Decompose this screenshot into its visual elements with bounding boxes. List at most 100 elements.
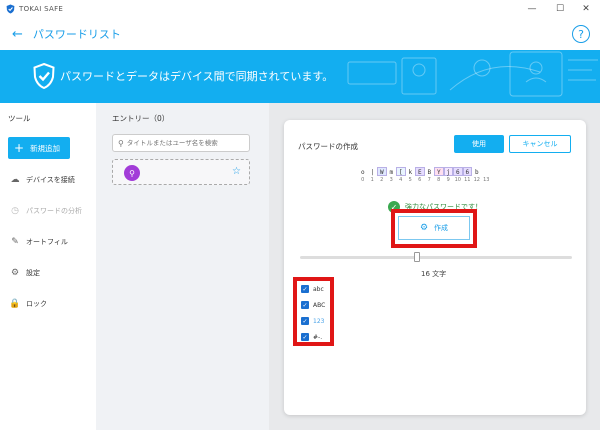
use-button[interactable]: 使用	[454, 135, 504, 153]
app-title: TOKAI SAFE	[19, 5, 64, 13]
sidebar-item-label: 設定	[26, 269, 40, 277]
cancel-button[interactable]: キャンセル	[509, 135, 571, 153]
search-box[interactable]: ⚲	[112, 134, 250, 152]
shield-check-icon	[33, 63, 55, 89]
sidebar-item-label: オートフィル	[26, 238, 68, 246]
banner-illustration	[347, 51, 598, 97]
cloud-sync-icon: ☁	[10, 175, 20, 185]
password-char-index: 5	[408, 177, 412, 183]
password-char-cell: j9	[443, 167, 453, 184]
password-char: [	[396, 167, 406, 176]
star-icon[interactable]: ☆	[232, 166, 241, 177]
password-char-index: 8	[437, 177, 441, 183]
password-generator-panel: パスワードの作成 使用 キャンセル o 0 | 1 W 2 m 3[4 k 5 E 6 B 7 Y 8 j 9 6 1…	[284, 120, 586, 415]
password-char-cell: B7	[425, 167, 435, 184]
add-new-label: 新規追加	[30, 143, 61, 153]
sidebar: ツール + 新規追加 ☁ デバイスを接続 ◷ パスワードの分析 ✎ オートフィル…	[0, 103, 96, 430]
password-char-index: 0	[361, 177, 365, 183]
password-char-cell: b 12	[472, 167, 482, 184]
option-label: ABC	[313, 301, 326, 309]
option-label: 123	[313, 317, 325, 325]
checkbox-checked-icon[interactable]: ✓	[301, 317, 309, 325]
slider-thumb[interactable]	[413, 252, 420, 262]
password-char-cell: Y8	[434, 167, 444, 184]
page-header: ← パスワードリスト ?	[0, 18, 600, 50]
sidebar-item-settings[interactable]: ⚙ 設定	[10, 266, 40, 280]
help-icon[interactable]: ?	[572, 25, 590, 43]
length-label: 16 文字	[421, 270, 447, 278]
plus-icon: +	[14, 141, 25, 155]
password-char-index: 4	[399, 177, 403, 183]
password-char-index: 13	[483, 177, 490, 183]
password-char: E	[415, 167, 425, 176]
option-label: #-.	[313, 333, 323, 341]
password-char-cell: m3	[387, 167, 397, 184]
window-titlebar: TOKAI SAFE — ☐ ✕	[0, 0, 600, 18]
password-char: W	[377, 167, 387, 176]
password-char: m	[389, 169, 394, 176]
checkbox-checked-icon[interactable]: ✓	[301, 333, 309, 341]
minimize-button[interactable]: —	[518, 0, 546, 18]
password-char-index: 1	[370, 177, 374, 183]
sidebar-item-lock[interactable]: 🔒 ロック	[9, 297, 47, 311]
option-symbols[interactable]: ✓ #-.	[301, 332, 322, 342]
page-title: パスワードリスト	[32, 28, 121, 41]
password-char-index: 9	[446, 177, 450, 183]
sidebar-item-password-analysis[interactable]: ◷ パスワードの分析	[10, 204, 82, 218]
password-char-cell: E6	[415, 167, 425, 184]
banner-text: パスワードとデータはデバイス間で同期されています。	[60, 70, 334, 83]
sidebar-item-connect-device[interactable]: ☁ デバイスを接続	[10, 173, 75, 187]
close-button[interactable]: ✕	[572, 0, 600, 18]
password-char: B	[427, 169, 432, 176]
generated-password: o 0 | 1 W 2 m 3[4 k 5 E 6 B 7 Y 8 j 9 6 10 6 11 b 12 13	[358, 167, 491, 184]
password-char: b	[474, 169, 479, 176]
password-char-cell: [4	[396, 167, 406, 184]
lock-icon: 🔒	[9, 299, 21, 309]
password-char	[482, 167, 492, 176]
password-char-cell: o0	[358, 167, 368, 184]
password-char-cell: 13	[482, 167, 492, 184]
password-char: j	[443, 167, 453, 176]
password-char-cell: W2	[377, 167, 387, 184]
length-slider[interactable]	[300, 252, 572, 262]
search-input[interactable]	[126, 139, 242, 147]
sidebar-item-autofill[interactable]: ✎ オートフィル	[10, 235, 68, 249]
password-char-cell: | 1	[368, 167, 378, 184]
option-label: abc	[313, 285, 324, 293]
sync-banner: パスワードとデータはデバイス間で同期されています。	[0, 50, 600, 103]
generate-label: 作成	[434, 224, 449, 232]
option-digits[interactable]: ✓ 123	[301, 316, 324, 326]
sidebar-item-label: ロック	[26, 300, 47, 308]
password-char: 6	[453, 167, 463, 176]
option-uppercase[interactable]: ✓ ABC	[301, 300, 325, 310]
analysis-icon: ◷	[11, 206, 19, 216]
option-lowercase[interactable]: ✓ abc	[301, 284, 324, 294]
sidebar-heading: ツール	[8, 114, 31, 123]
entries-column: エントリー（0） ⚲ ⚲ ☆	[96, 103, 269, 430]
password-char-index: 7	[427, 177, 431, 183]
password-char-index: 10	[454, 177, 461, 183]
password-char: 6	[462, 167, 472, 176]
password-char-cell: k5	[406, 167, 416, 184]
password-char-cell: 6 11	[462, 167, 472, 184]
back-arrow-icon[interactable]: ←	[12, 27, 23, 42]
password-char: Y	[434, 167, 444, 176]
sidebar-item-label: パスワードの分析	[26, 207, 82, 215]
generate-button[interactable]: ⚙ 作成	[398, 216, 470, 240]
checkbox-checked-icon[interactable]: ✓	[301, 285, 309, 293]
entries-heading: エントリー（0）	[112, 114, 170, 123]
password-char-index: 11	[464, 177, 471, 183]
gear-icon: ⚙	[419, 223, 429, 233]
password-char: k	[408, 169, 413, 176]
checkbox-checked-icon[interactable]: ✓	[301, 301, 309, 309]
add-new-button[interactable]: + 新規追加	[8, 137, 70, 159]
password-char-index: 6	[418, 177, 422, 183]
sidebar-item-label: デバイスを接続	[26, 176, 75, 184]
tokai-shield-icon	[6, 4, 15, 14]
password-char: o	[360, 169, 365, 176]
autofill-icon: ✎	[11, 237, 19, 247]
entry-card[interactable]: ⚲ ☆	[112, 159, 250, 185]
password-char-index: 2	[380, 177, 384, 183]
maximize-button[interactable]: ☐	[546, 0, 574, 18]
password-char: |	[370, 169, 375, 176]
